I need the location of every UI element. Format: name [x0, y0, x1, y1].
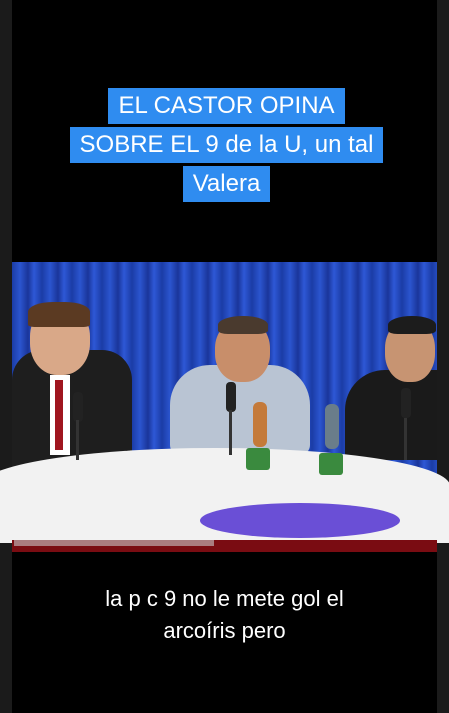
host-left-hair — [28, 302, 90, 327]
ticker-text — [14, 540, 214, 546]
right-border — [437, 0, 449, 713]
microphone-icon — [73, 392, 83, 422]
microphone-icon — [401, 388, 411, 418]
mic-stand — [229, 410, 232, 455]
mug — [246, 448, 270, 470]
mic-stand — [76, 420, 79, 460]
subtitle-caption: la p c 9 no le mete gol el arcoíris pero — [12, 583, 437, 647]
microphone-icon — [226, 382, 236, 412]
host-right-body — [345, 370, 437, 460]
mug — [319, 453, 343, 475]
subtitle-line-1: la p c 9 no le mete gol el — [105, 586, 344, 611]
host-center-hair — [218, 316, 268, 334]
video-frame: EL CASTOR OPINA SOBRE EL 9 de la U, un t… — [0, 0, 449, 713]
host-right-hair — [388, 316, 436, 334]
left-border — [0, 0, 12, 713]
toy-figure — [325, 404, 339, 449]
toy-figure — [253, 402, 267, 447]
desk-reflection — [200, 503, 400, 538]
title-line-2: SOBRE EL 9 de la U, un tal — [69, 127, 384, 163]
host-left-tie — [55, 380, 63, 450]
title-caption: EL CASTOR OPINA SOBRE EL 9 de la U, un t… — [34, 88, 419, 205]
title-line-1: EL CASTOR OPINA — [108, 88, 345, 124]
mic-stand — [404, 418, 407, 460]
title-line-3: Valera — [182, 166, 271, 202]
subtitle-line-2: arcoíris pero — [163, 618, 286, 643]
